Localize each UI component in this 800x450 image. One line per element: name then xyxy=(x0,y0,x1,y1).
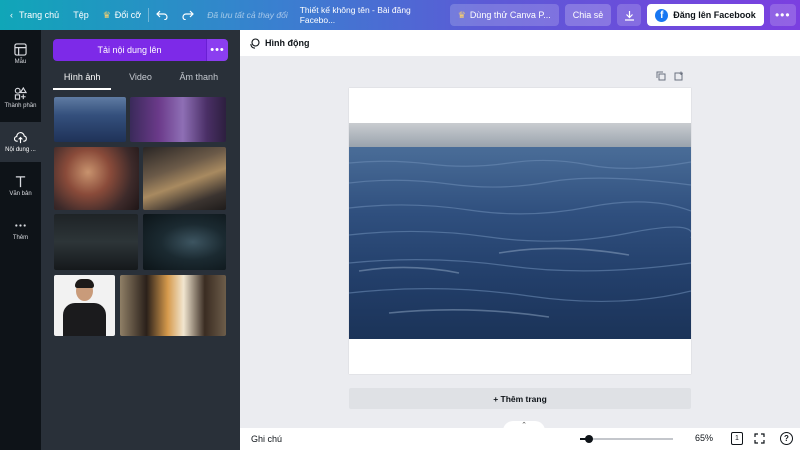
rail-label: Thành phần xyxy=(4,103,37,109)
home-button[interactable]: ‹ Trang chủ xyxy=(0,0,66,30)
upload-thumbnail-portrait[interactable] xyxy=(54,275,115,336)
animate-label: Hình động xyxy=(265,38,310,48)
rail-item-templates[interactable]: Mẫu xyxy=(0,34,41,74)
resize-button[interactable]: ♛ Đổi cỡ xyxy=(96,0,149,30)
try-pro-button[interactable]: ♛ Dùng thử Canva P... xyxy=(449,4,559,26)
rail-label: Mẫu xyxy=(14,59,27,65)
uploads-panel: Tải nội dung lên ••• Hình ảnh Video Âm t… xyxy=(41,30,240,450)
download-icon xyxy=(624,10,634,21)
crown-icon: ♛ xyxy=(102,9,111,20)
download-button[interactable] xyxy=(617,4,642,26)
save-status: Đã lưu tất cả thay đổi xyxy=(207,10,288,20)
upload-thumbnail-sea[interactable] xyxy=(54,97,126,142)
try-pro-label: Dùng thử Canva P... xyxy=(469,10,551,20)
home-label: Trang chủ xyxy=(19,10,60,20)
zoom-slider[interactable] xyxy=(580,435,673,443)
page-tools xyxy=(656,71,684,81)
top-toolbar: ‹ Trang chủ Tệp ♛ Đổi cỡ Đã lưu tất cả t… xyxy=(0,0,800,30)
redo-button[interactable] xyxy=(175,0,201,30)
animate-button[interactable]: Hình động xyxy=(249,37,310,49)
help-button[interactable]: ? xyxy=(780,432,793,445)
page-count-button[interactable]: 1 xyxy=(731,432,743,445)
animation-icon xyxy=(250,37,260,49)
editor-toolbar: Hình động xyxy=(240,30,800,56)
upload-thumbnail-restaurant[interactable] xyxy=(143,147,226,210)
upload-thumbnail-dark-water[interactable] xyxy=(54,214,138,270)
sea-photo[interactable] xyxy=(348,123,693,339)
more-icon xyxy=(15,224,26,227)
text-icon xyxy=(15,176,26,188)
rail-item-text[interactable]: Văn bản xyxy=(0,166,41,206)
notes-button[interactable]: Ghi chú xyxy=(251,434,282,444)
crown-icon: ♛ xyxy=(457,9,466,20)
more-options-button[interactable]: ••• xyxy=(769,4,796,26)
media-tabs: Hình ảnh Video Âm thanh xyxy=(53,70,228,90)
fullscreen-icon xyxy=(754,433,765,444)
post-fb-label: Đăng lên Facebook xyxy=(673,10,756,20)
upload-thumbnail-people-group[interactable] xyxy=(54,147,139,210)
sea-photo-art xyxy=(348,123,693,339)
add-page-button[interactable]: + Thêm trang xyxy=(349,388,691,409)
add-page-icon[interactable] xyxy=(674,71,684,81)
tab-video[interactable]: Video xyxy=(111,70,169,90)
share-button[interactable]: Chia sẻ xyxy=(564,4,612,26)
undo-button[interactable] xyxy=(149,0,175,30)
upload-row: Tải nội dung lên ••• xyxy=(53,39,228,61)
upload-cloud-icon xyxy=(14,132,27,144)
portrait-hair xyxy=(75,279,94,288)
zoom-slider-handle[interactable] xyxy=(585,435,594,443)
rail-label: Văn bản xyxy=(9,191,32,197)
duplicate-page-icon[interactable] xyxy=(656,71,666,81)
rail-item-more[interactable]: Thêm xyxy=(0,210,41,250)
fullscreen-button[interactable] xyxy=(753,432,766,445)
rail-label: Thêm xyxy=(12,235,29,241)
file-menu[interactable]: Tệp xyxy=(66,0,96,30)
template-icon xyxy=(14,43,27,56)
rail-item-uploads[interactable]: Nội dung ... xyxy=(0,122,41,162)
redo-icon xyxy=(182,10,195,20)
resize-label: Đổi cỡ xyxy=(114,10,142,20)
zoom-value[interactable]: 65% xyxy=(695,433,713,443)
tab-audio[interactable]: Âm thanh xyxy=(170,70,228,90)
facebook-icon: f xyxy=(655,8,669,22)
tab-images[interactable]: Hình ảnh xyxy=(53,70,112,90)
rail-label: Nội dung ... xyxy=(5,147,36,153)
document-title[interactable]: Thiết kế không tên - Bài đăng Facebo... xyxy=(294,5,444,25)
upload-thumbnail-guinea-pig[interactable] xyxy=(120,275,226,336)
chevron-left-icon: ‹ xyxy=(10,10,13,20)
rail-item-elements[interactable]: Thành phần xyxy=(0,78,41,118)
upload-more-button[interactable]: ••• xyxy=(206,39,228,61)
upload-thumbnail-waves[interactable] xyxy=(143,214,226,270)
left-rail: Mẫu Thành phần Nội dung ... Văn bản Thêm xyxy=(0,30,41,450)
portrait-shirt xyxy=(63,303,106,336)
upload-media-button[interactable]: Tải nội dung lên xyxy=(53,39,206,61)
upload-thumbnail-party-purple[interactable] xyxy=(130,97,226,142)
elements-icon xyxy=(14,87,27,100)
bottom-bar: Ghi chú 65% 1 ? xyxy=(240,428,800,450)
post-to-facebook-button[interactable]: f Đăng lên Facebook xyxy=(647,4,764,26)
undo-icon xyxy=(156,10,168,20)
